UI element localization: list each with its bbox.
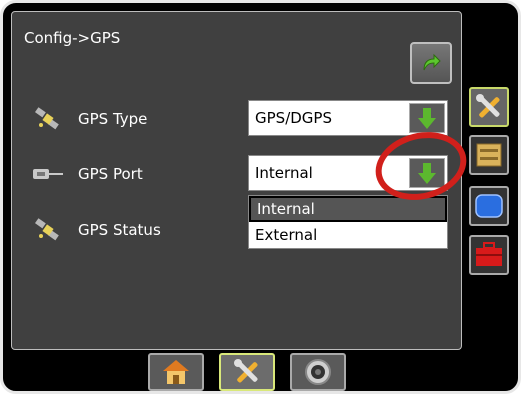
serial-connector-icon [30, 161, 66, 187]
gps-type-value: GPS/DGPS [255, 109, 332, 127]
tab-job-data[interactable] [469, 135, 509, 175]
option-external[interactable]: External [249, 222, 447, 248]
gps-port-label: GPS Port [78, 165, 143, 183]
home-button[interactable] [148, 353, 204, 391]
camera-button[interactable] [290, 353, 346, 391]
home-icon [163, 360, 189, 384]
tab-display[interactable] [469, 186, 509, 226]
gps-status-label: GPS Status [78, 221, 161, 239]
camera-lens-icon [305, 359, 331, 385]
gps-port-dropdown[interactable]: Internal [248, 155, 448, 191]
gps-type-dropdown[interactable]: GPS/DGPS [248, 100, 448, 136]
wrench-screwdriver-icon [234, 359, 258, 383]
return-arrow-icon [423, 53, 441, 71]
gps-status-row: GPS Status [30, 215, 161, 245]
file-cabinet-icon [476, 143, 502, 167]
satellite-icon [30, 217, 66, 243]
tools-button[interactable] [219, 353, 275, 391]
blue-display-icon [475, 194, 503, 218]
option-internal[interactable]: Internal [249, 196, 447, 222]
gps-type-label: GPS Type [78, 110, 148, 128]
toolbox-icon [476, 242, 502, 266]
wrench-screwdriver-icon [476, 94, 500, 118]
down-arrow-icon [418, 108, 436, 129]
gps-port-value: Internal [255, 164, 313, 182]
back-button[interactable] [410, 42, 452, 84]
tab-toolbox[interactable] [469, 235, 509, 275]
device-frame: Config->GPS GPS Type GPS Port GPS Status… [0, 0, 521, 394]
gps-port-row: GPS Port [30, 159, 143, 189]
satellite-icon [30, 106, 66, 132]
gps-type-dropdown-button[interactable] [409, 103, 445, 133]
gps-port-dropdown-button[interactable] [409, 158, 445, 188]
gps-port-options-list: Internal External [248, 195, 448, 249]
down-arrow-icon [418, 163, 436, 184]
page-title: Config->GPS [24, 29, 121, 47]
tab-tools[interactable] [469, 87, 509, 127]
gps-type-row: GPS Type [30, 104, 147, 134]
